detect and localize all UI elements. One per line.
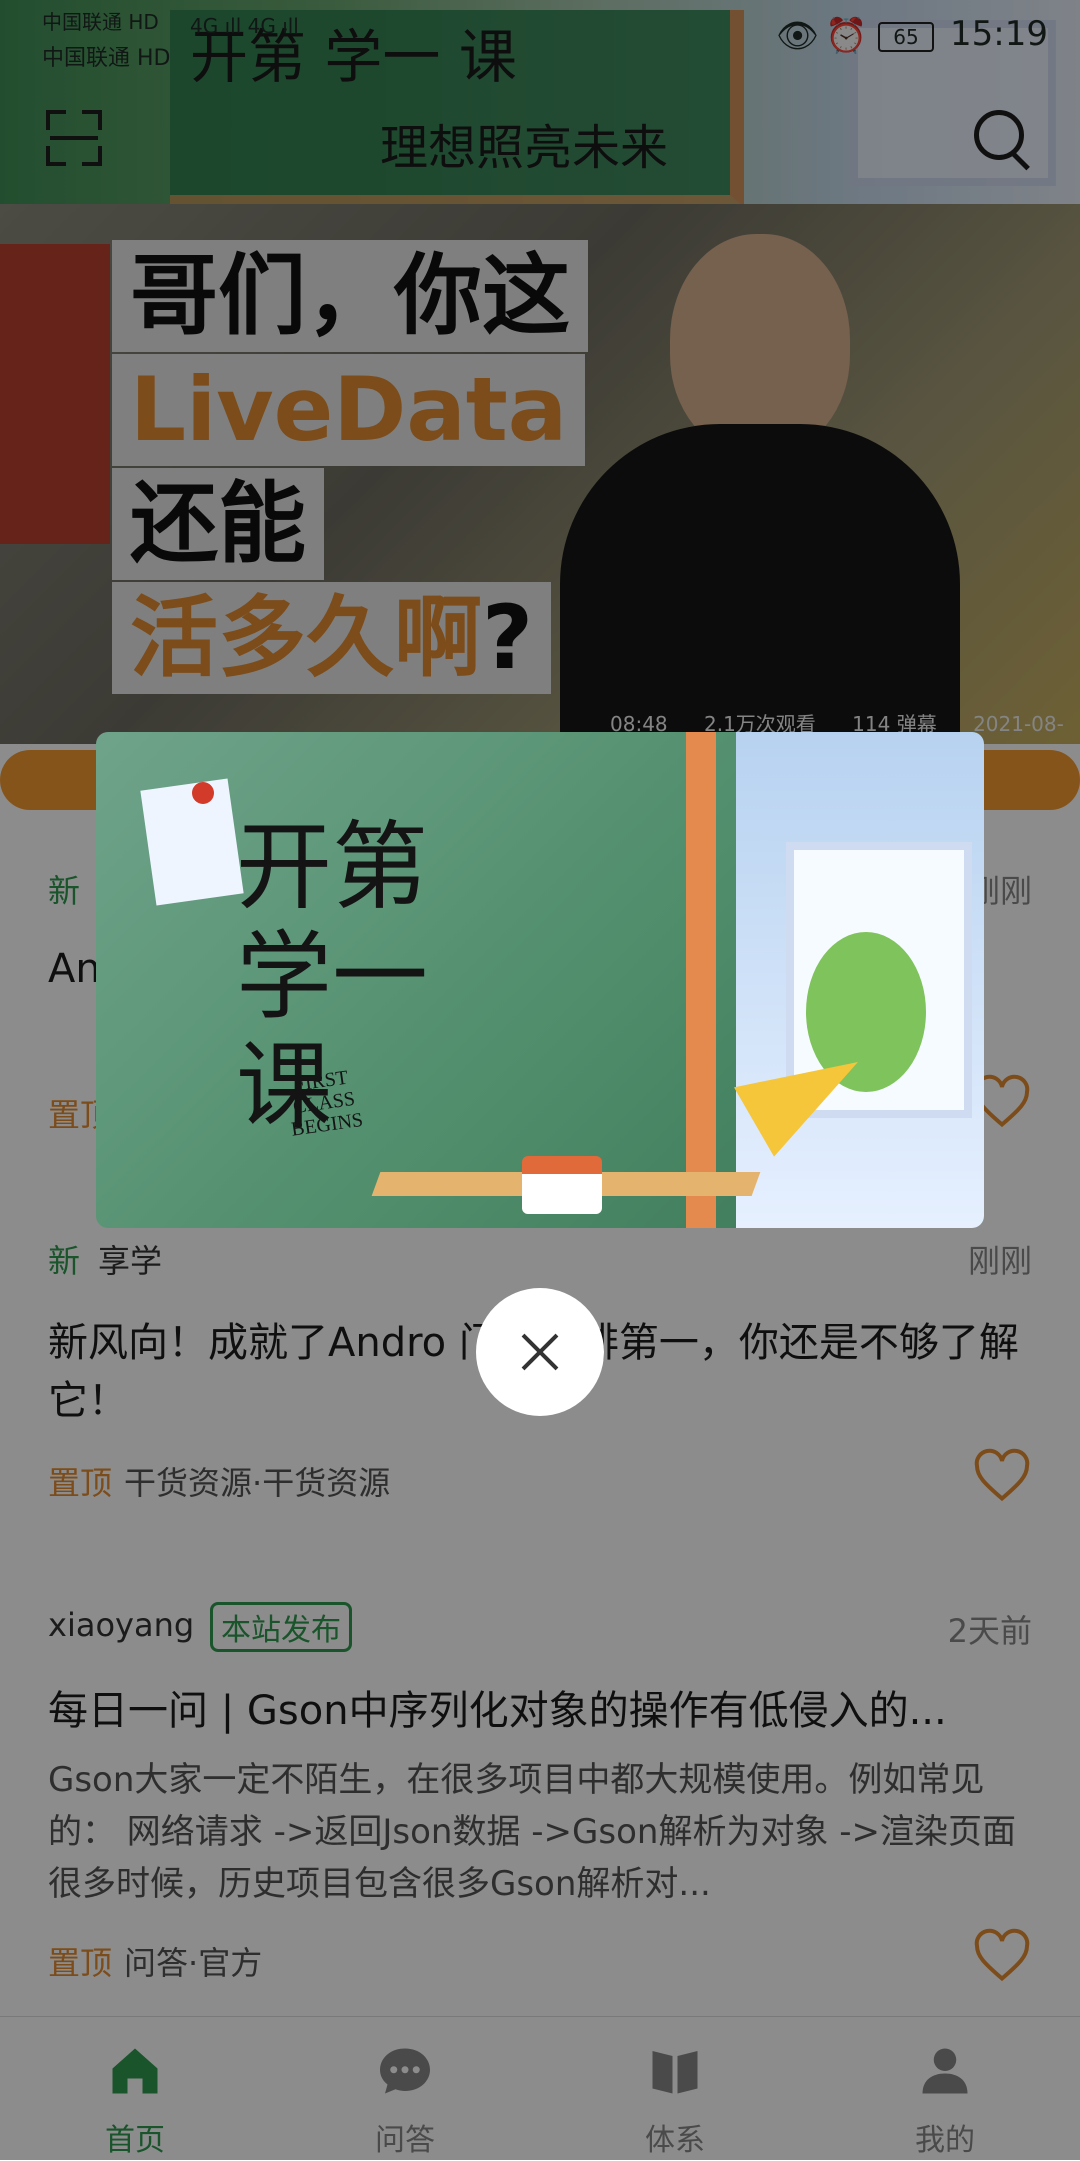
eraser-icon bbox=[522, 1156, 602, 1214]
promo-popup-image[interactable]: 开第 学一 课 FIRST CLASS BEGINS bbox=[96, 732, 984, 1228]
popup-board-frame bbox=[686, 732, 716, 1228]
close-popup-button[interactable] bbox=[476, 1288, 604, 1416]
pushpin-icon bbox=[192, 782, 214, 804]
